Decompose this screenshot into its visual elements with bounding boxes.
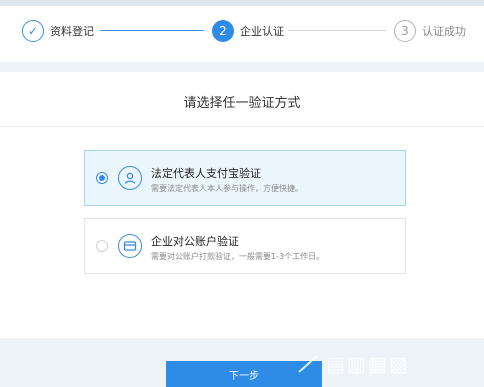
section-title: 请选择任一验证方式 bbox=[183, 96, 301, 111]
footer-bar: 下一步 ▤▥▦▧ bbox=[0, 338, 484, 387]
step-1: ✓ 资料登记 bbox=[22, 20, 94, 42]
step-1-label: 资料登记 bbox=[50, 25, 94, 38]
step-2: 2 企业认证 bbox=[212, 20, 284, 42]
watermark-logo: ▤▥▦▧ bbox=[296, 346, 476, 382]
person-icon bbox=[118, 166, 142, 190]
card-icon bbox=[118, 234, 142, 258]
option-alipay-legal-rep[interactable]: 法定代表人支付宝验证 需要法定代表人本人参与操作，方便快捷。 bbox=[84, 150, 406, 206]
option-1-desc: 需要法定代表人本人参与操作，方便快捷。 bbox=[151, 184, 303, 193]
option-2-title: 企业对公账户验证 bbox=[151, 235, 239, 248]
divider bbox=[0, 126, 484, 127]
option-2-radio[interactable] bbox=[96, 240, 108, 252]
step-3: 3 认证成功 bbox=[394, 20, 466, 42]
verification-panel: 请选择任一验证方式 法定代表人支付宝验证 需要法定代表人本人参与操作，方便快捷。… bbox=[0, 72, 484, 338]
progress-stepper: ✓ 资料登记 2 企业认证 3 认证成功 bbox=[0, 6, 484, 62]
step-3-label: 认证成功 bbox=[422, 25, 466, 38]
option-corporate-account[interactable]: 企业对公账户验证 需要对公账户打款验证，一般需要1-3个工作日。 bbox=[84, 218, 406, 274]
option-1-radio[interactable] bbox=[96, 172, 108, 184]
step-connector-2 bbox=[288, 30, 386, 31]
step-1-check-icon: ✓ bbox=[22, 20, 44, 42]
option-1-title: 法定代表人支付宝验证 bbox=[151, 167, 261, 180]
step-2-number: 2 bbox=[212, 20, 234, 42]
step-connector-1 bbox=[100, 30, 204, 31]
option-2-desc: 需要对公账户打款验证，一般需要1-3个工作日。 bbox=[151, 252, 325, 261]
step-2-label: 企业认证 bbox=[240, 25, 284, 38]
step-3-number: 3 bbox=[394, 20, 416, 42]
